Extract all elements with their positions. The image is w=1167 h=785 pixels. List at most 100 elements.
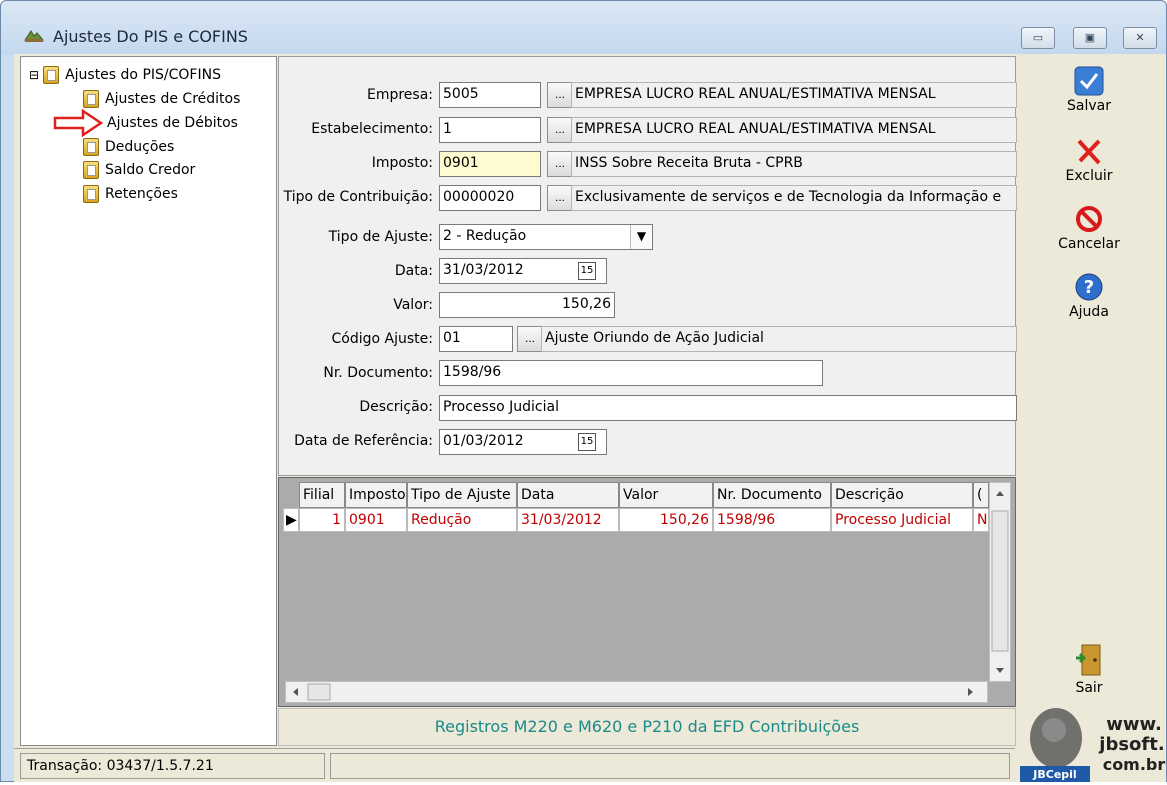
cell-tipo-ajuste[interactable]: Redução [407, 508, 517, 532]
folder-icon [83, 138, 99, 156]
column-header-extra[interactable]: ( [973, 482, 989, 508]
empresa-lookup-button[interactable]: ... [547, 82, 573, 108]
delete-button[interactable]: Excluir [1020, 136, 1158, 184]
imposto-field[interactable]: 0901 [439, 151, 541, 177]
save-button[interactable]: Salvar [1020, 66, 1158, 114]
data-referencia-field[interactable]: 01/03/2012 15 [439, 429, 607, 455]
calendar-icon[interactable]: 15 [578, 262, 596, 280]
close-button[interactable]: ✕ [1123, 27, 1157, 49]
folder-icon [83, 161, 99, 179]
codigo-ajuste-label: Código Ajuste: [331, 331, 433, 347]
estabelecimento-lookup-button[interactable]: ... [547, 117, 573, 143]
tree-item-label: Saldo Credor [105, 162, 196, 178]
column-header-imposto[interactable]: Imposto [345, 482, 407, 508]
row-indicator-icon: ▶ [283, 508, 299, 532]
jbsoft-logo: www. jbsoft. com.br JBCepil [1016, 700, 1167, 782]
cell-valor[interactable]: 150,26 [619, 508, 713, 532]
nr-documento-field[interactable]: 1598/96 [439, 360, 823, 386]
tree-item-ajustes-debitos[interactable]: Ajustes de Débitos [83, 113, 238, 133]
tipo-contribuicao-lookup-button[interactable]: ... [547, 185, 573, 211]
checkmark-icon [1074, 66, 1104, 96]
status-panel-empty [330, 753, 1010, 779]
tree-item-saldo-credor[interactable]: Saldo Credor [83, 160, 195, 180]
help-button[interactable]: ? Ajuda [1020, 272, 1158, 320]
estabelecimento-label: Estabelecimento: [311, 121, 433, 137]
tipo-contribuicao-label: Tipo de Contribuição: [283, 189, 433, 205]
data-label: Data: [394, 263, 433, 279]
codigo-ajuste-field[interactable]: 01 [439, 326, 513, 352]
delete-x-icon [1077, 139, 1101, 165]
cell-extra[interactable]: N [973, 508, 989, 532]
column-header-descricao[interactable]: Descrição [831, 482, 973, 508]
empresa-label: Empresa: [366, 87, 433, 103]
imposto-description: INSS Sobre Receita Bruta - CPRB [571, 151, 1017, 177]
tipo-contribuicao-description: Exclusivamente de serviços e de Tecnolog… [571, 185, 1017, 211]
maximize-button[interactable]: ▣ [1073, 27, 1107, 49]
column-header-nr-documento[interactable]: Nr. Documento [713, 482, 831, 508]
scrollbar-arrows-icon [293, 683, 973, 701]
app-icon [24, 30, 45, 42]
tree-item-deducoes[interactable]: Deduções [83, 137, 174, 157]
cell-data[interactable]: 31/03/2012 [517, 508, 619, 532]
cell-filial[interactable]: 1 [299, 508, 345, 532]
nr-documento-label: Nr. Documento: [323, 365, 433, 381]
tree-item-label: Ajustes de Créditos [105, 91, 241, 107]
save-label: Salvar [1067, 98, 1111, 114]
exit-button[interactable]: Sair [1020, 642, 1158, 696]
logo-line2: jbsoft. [1098, 734, 1164, 755]
column-header-data[interactable]: Data [517, 482, 619, 508]
tipo-ajuste-value: 2 - Redução [443, 228, 527, 244]
imposto-label: Imposto: [371, 155, 433, 171]
data-field[interactable]: 31/03/2012 15 [439, 258, 607, 284]
exit-door-icon [1076, 644, 1101, 676]
red-arrow-icon [53, 109, 103, 137]
folder-icon [83, 185, 99, 203]
exit-label: Sair [1075, 680, 1103, 696]
folder-icon [83, 90, 99, 108]
empresa-field[interactable]: 5005 [439, 82, 541, 108]
records-grid: Filial Imposto Tipo de Ajuste Data Valor… [278, 477, 1016, 707]
calendar-icon[interactable]: 15 [578, 433, 596, 451]
dropdown-arrow-icon[interactable]: ▼ [630, 225, 652, 249]
cancel-icon [1076, 206, 1102, 232]
tipo-ajuste-label: Tipo de Ajuste: [328, 229, 433, 245]
column-header-tipo-ajuste[interactable]: Tipo de Ajuste [407, 482, 517, 508]
svg-text:?: ? [1084, 277, 1094, 298]
imposto-lookup-button[interactable]: ... [547, 151, 573, 177]
window-title: Ajustes Do PIS e COFINS [53, 27, 248, 46]
tipo-contribuicao-field[interactable]: 00000020 [439, 185, 541, 211]
tree-item-label: Deduções [105, 139, 175, 155]
column-header-valor[interactable]: Valor [619, 482, 713, 508]
cancel-button[interactable]: Cancelar [1020, 204, 1158, 252]
tree-item-retencoes[interactable]: Retenções [83, 184, 178, 204]
cell-nr-documento[interactable]: 1598/96 [713, 508, 831, 532]
logo-line1: www. [1106, 714, 1162, 735]
form-panel: Empresa: 5005 ... EMPRESA LUCRO REAL ANU… [278, 56, 1017, 476]
logo-line3: com.br [1103, 755, 1166, 774]
navigation-tree: ⊟ Ajustes do PIS/COFINS Ajustes de Crédi… [20, 56, 277, 746]
cell-imposto[interactable]: 0901 [345, 508, 407, 532]
title-bar[interactable]: Ajustes Do PIS e COFINS ▭ ▣ ✕ [1, 1, 1166, 55]
tree-root[interactable]: ⊟ Ajustes do PIS/COFINS [29, 65, 221, 85]
transaction-status: Transação: 03437/1.5.7.21 [20, 753, 325, 779]
horizontal-scrollbar[interactable] [285, 681, 988, 703]
minimize-button[interactable]: ▭ [1021, 27, 1055, 49]
tipo-ajuste-select[interactable]: 2 - Redução ▼ [439, 224, 653, 250]
tree-item-label: Ajustes de Débitos [107, 115, 238, 131]
valor-field[interactable]: 150,26 [439, 292, 615, 318]
tree-root-label: Ajustes do PIS/COFINS [65, 67, 221, 83]
logo-graphic: www. jbsoft. com.br JBCepil [1020, 708, 1166, 782]
descricao-label: Descrição: [359, 399, 433, 415]
descricao-field[interactable]: Processo Judicial [439, 395, 1017, 421]
help-label: Ajuda [1069, 304, 1109, 320]
estabelecimento-description: EMPRESA LUCRO REAL ANUAL/ESTIMATIVA MENS… [571, 117, 1017, 143]
cell-descricao[interactable]: Processo Judicial [831, 508, 973, 532]
tree-item-ajustes-creditos[interactable]: Ajustes de Créditos [83, 89, 240, 109]
codigo-ajuste-lookup-button[interactable]: ... [517, 326, 543, 352]
status-bar: Transação: 03437/1.5.7.21 [14, 748, 1015, 782]
tree-collapse-icon[interactable]: ⊟ [29, 68, 39, 82]
estabelecimento-field[interactable]: 1 [439, 117, 541, 143]
scrollbar-arrows-icon [991, 491, 1009, 673]
vertical-scrollbar[interactable] [989, 482, 1011, 682]
column-header-filial[interactable]: Filial [299, 482, 345, 508]
